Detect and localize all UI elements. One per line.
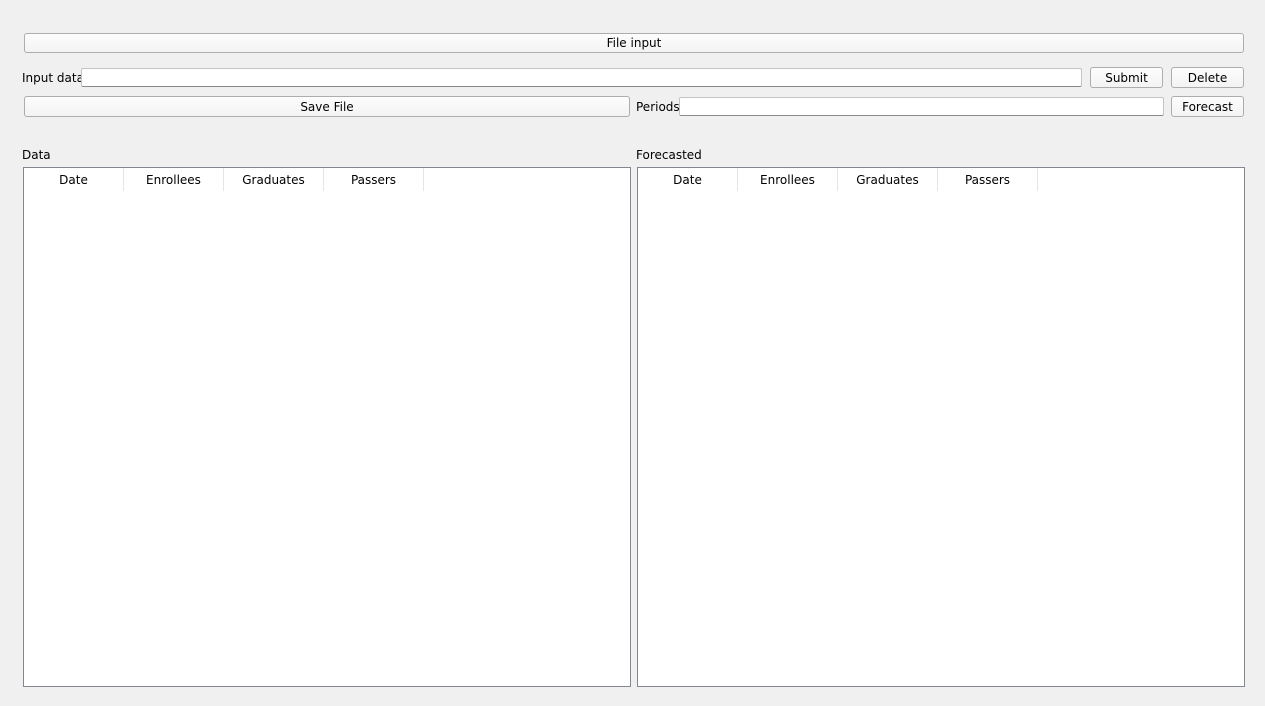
forecasted-table[interactable]: Date Enrollees Graduates Passers	[637, 167, 1245, 687]
periods-label: Periods	[636, 100, 680, 114]
data-section-title: Data	[22, 148, 51, 162]
forecast-button[interactable]: Forecast	[1171, 96, 1244, 117]
forecasted-section-title: Forecasted	[636, 148, 702, 162]
data-header-passers[interactable]: Passers	[324, 168, 424, 191]
forecasted-header-enrollees[interactable]: Enrollees	[738, 168, 838, 191]
forecasted-header-graduates[interactable]: Graduates	[838, 168, 938, 191]
periods-field[interactable]	[679, 97, 1164, 116]
file-input-button[interactable]: File input	[24, 33, 1244, 53]
forecasted-header-date[interactable]: Date	[638, 168, 738, 191]
data-table-body	[24, 191, 630, 686]
delete-button[interactable]: Delete	[1171, 67, 1244, 88]
data-table[interactable]: Date Enrollees Graduates Passers	[23, 167, 631, 687]
data-header-graduates[interactable]: Graduates	[224, 168, 324, 191]
input-data-label: Input data	[22, 71, 84, 85]
input-data-field[interactable]	[81, 68, 1082, 87]
forecasted-table-header: Date Enrollees Graduates Passers	[638, 168, 1244, 191]
forecasted-header-passers[interactable]: Passers	[938, 168, 1038, 191]
data-header-date[interactable]: Date	[24, 168, 124, 191]
data-header-enrollees[interactable]: Enrollees	[124, 168, 224, 191]
submit-button[interactable]: Submit	[1090, 67, 1163, 88]
forecasted-table-body	[638, 191, 1244, 686]
save-file-button[interactable]: Save File	[24, 96, 630, 117]
data-table-header: Date Enrollees Graduates Passers	[24, 168, 630, 191]
